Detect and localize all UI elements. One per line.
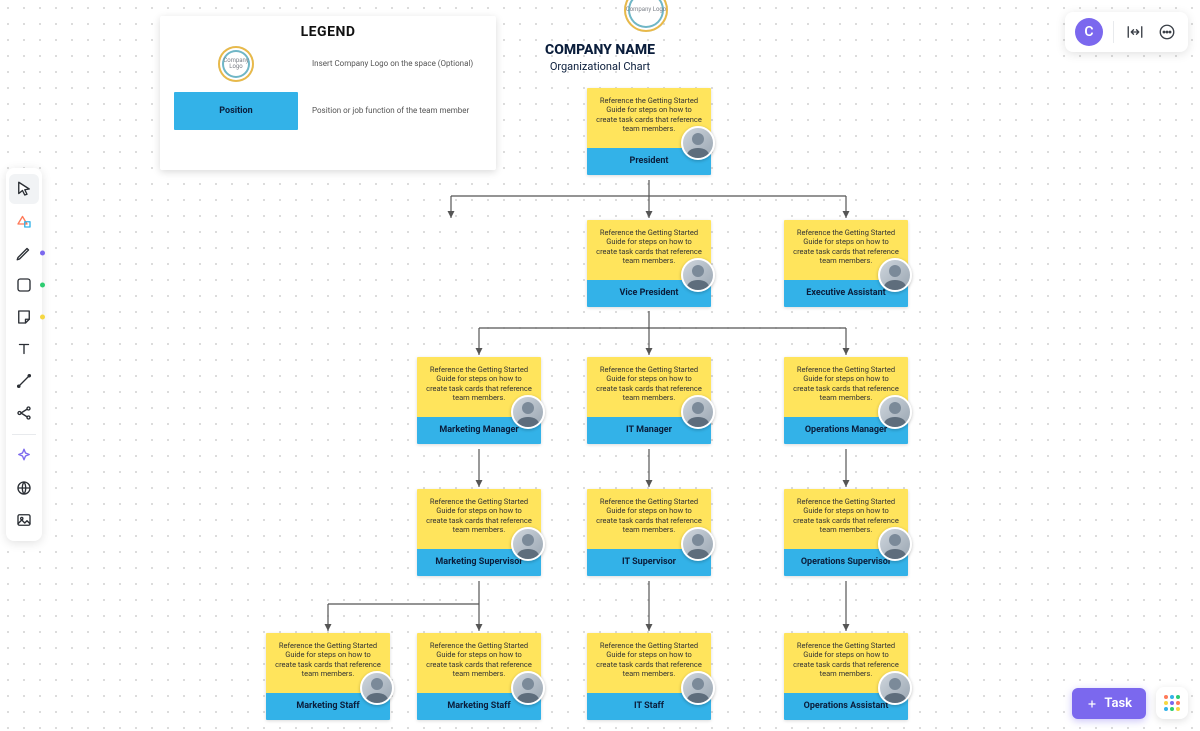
- node-operations-assistant[interactable]: Reference the Getting Started Guide for …: [784, 633, 908, 720]
- tool-connector[interactable]: [9, 366, 39, 396]
- legend-position-chip: Position: [174, 92, 298, 130]
- node-vice-president[interactable]: Reference the Getting Started Guide for …: [587, 220, 711, 307]
- avatar-icon: [681, 258, 715, 292]
- legend-panel[interactable]: LEGEND Company Logo Insert Company Logo …: [160, 16, 496, 170]
- tool-shapes[interactable]: [9, 206, 39, 236]
- node-operations-manager[interactable]: Reference the Getting Started Guide for …: [784, 357, 908, 444]
- tool-web[interactable]: [9, 473, 39, 503]
- avatar-icon: [878, 671, 912, 705]
- task-button-label: Task: [1104, 696, 1132, 711]
- tool-sticky[interactable]: [9, 302, 39, 332]
- node-marketing-manager[interactable]: Reference the Getting Started Guide for …: [417, 357, 541, 444]
- avatar-icon: [878, 527, 912, 561]
- avatar-icon: [360, 671, 394, 705]
- apps-button[interactable]: [1156, 687, 1188, 719]
- avatar-icon: [511, 527, 545, 561]
- more-options-icon[interactable]: [1156, 21, 1178, 43]
- tool-text[interactable]: [9, 334, 39, 364]
- tool-pen[interactable]: [9, 238, 39, 268]
- user-avatar[interactable]: C: [1075, 18, 1103, 46]
- tool-image[interactable]: [9, 505, 39, 535]
- left-toolbar: [6, 168, 42, 541]
- avatar-icon: [878, 258, 912, 292]
- avatar-icon: [681, 671, 715, 705]
- node-executive-assistant[interactable]: Reference the Getting Started Guide for …: [784, 220, 908, 307]
- node-it-manager[interactable]: Reference the Getting Started Guide for …: [587, 357, 711, 444]
- fit-width-icon[interactable]: [1124, 21, 1146, 43]
- avatar-icon: [681, 126, 715, 160]
- avatar-icon: [511, 395, 545, 429]
- node-operations-supervisor[interactable]: Reference the Getting Started Guide for …: [784, 489, 908, 576]
- avatar-icon: [681, 527, 715, 561]
- node-marketing-supervisor[interactable]: Reference the Getting Started Guide for …: [417, 489, 541, 576]
- legend-position-desc: Position or job function of the team mem…: [312, 106, 469, 116]
- company-logo-badge[interactable]: Company Logo: [624, 0, 668, 32]
- node-marketing-staff-1[interactable]: Reference the Getting Started Guide for …: [266, 633, 390, 720]
- apps-icon: [1164, 695, 1180, 711]
- company-header: COMPANY NAME Organizational Chart: [0, 42, 1200, 73]
- node-it-supervisor[interactable]: Reference the Getting Started Guide for …: [587, 489, 711, 576]
- company-name[interactable]: COMPANY NAME: [0, 42, 1200, 58]
- node-president[interactable]: Reference the Getting Started Guide for …: [587, 88, 711, 175]
- top-right-controls: C: [1065, 12, 1188, 52]
- tool-ai[interactable]: [9, 441, 39, 471]
- legend-title: LEGEND: [174, 24, 482, 40]
- node-marketing-staff-2[interactable]: Reference the Getting Started Guide for …: [417, 633, 541, 720]
- avatar-icon: [681, 395, 715, 429]
- task-button[interactable]: Task: [1072, 688, 1146, 719]
- avatar-icon: [511, 671, 545, 705]
- node-it-staff[interactable]: Reference the Getting Started Guide for …: [587, 633, 711, 720]
- tool-select[interactable]: [9, 174, 39, 204]
- tool-mindmap[interactable]: [9, 398, 39, 428]
- avatar-icon: [878, 395, 912, 429]
- tool-rectangle[interactable]: [9, 270, 39, 300]
- company-subtitle[interactable]: Organizational Chart: [0, 60, 1200, 73]
- plus-icon: [1086, 698, 1098, 710]
